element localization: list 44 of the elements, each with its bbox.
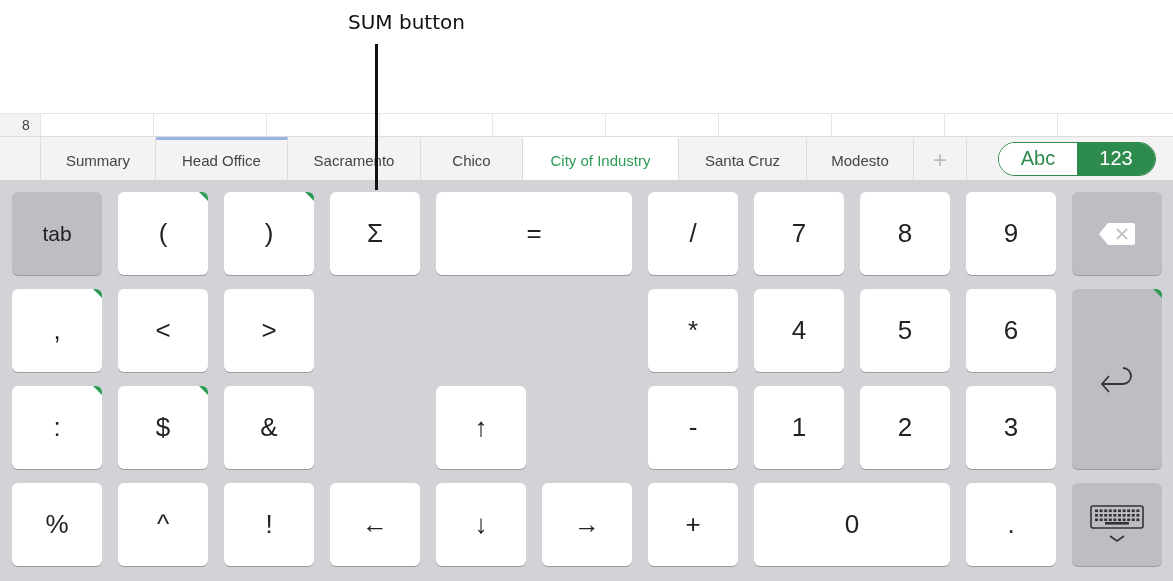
key[interactable]: 2 — [860, 386, 950, 469]
key[interactable]: & — [224, 386, 314, 469]
key[interactable]: 4 — [754, 289, 844, 372]
key[interactable]: , — [12, 289, 102, 372]
key[interactable]: → — [542, 483, 632, 566]
key[interactable]: 5 — [860, 289, 950, 372]
key[interactable]: = — [436, 192, 632, 275]
key[interactable]: ← — [330, 483, 420, 566]
key[interactable]: % — [12, 483, 102, 566]
key[interactable]: - — [648, 386, 738, 469]
annotation-label: SUM button — [348, 10, 465, 34]
key[interactable]: Σ — [330, 192, 420, 275]
key[interactable]: ) — [224, 192, 314, 275]
key[interactable]: < — [118, 289, 208, 372]
return-icon — [1099, 364, 1135, 394]
key[interactable]: 1 — [754, 386, 844, 469]
hide-keyboard-key[interactable] — [1072, 483, 1162, 566]
backspace-key[interactable] — [1072, 192, 1162, 275]
key[interactable]: $ — [118, 386, 208, 469]
key[interactable]: 9 — [966, 192, 1056, 275]
key[interactable]: + — [648, 483, 738, 566]
keyboard-hide-icon — [1090, 504, 1144, 545]
key[interactable]: / — [648, 192, 738, 275]
backspace-icon — [1098, 221, 1136, 246]
mode-toggle-segment[interactable]: 123 — [1077, 142, 1155, 175]
key[interactable]: ^ — [118, 483, 208, 566]
key[interactable]: . — [966, 483, 1056, 566]
key[interactable]: : — [12, 386, 102, 469]
key[interactable]: * — [648, 289, 738, 372]
key[interactable]: > — [224, 289, 314, 372]
key[interactable]: 6 — [966, 289, 1056, 372]
key[interactable]: ↓ — [436, 483, 526, 566]
key[interactable]: 3 — [966, 386, 1056, 469]
key[interactable]: 8 — [860, 192, 950, 275]
key[interactable]: ! — [224, 483, 314, 566]
sheet-tab[interactable]: City of Industry — [523, 137, 679, 180]
tab-key[interactable]: tab — [12, 192, 102, 275]
key[interactable]: ↑ — [436, 386, 526, 469]
return-key[interactable] — [1072, 289, 1162, 469]
key[interactable]: 0 — [754, 483, 950, 566]
key[interactable]: ( — [118, 192, 208, 275]
key[interactable]: 7 — [754, 192, 844, 275]
mode-toggle-segment[interactable]: Abc — [999, 142, 1077, 175]
row-header: 8 — [0, 114, 40, 136]
